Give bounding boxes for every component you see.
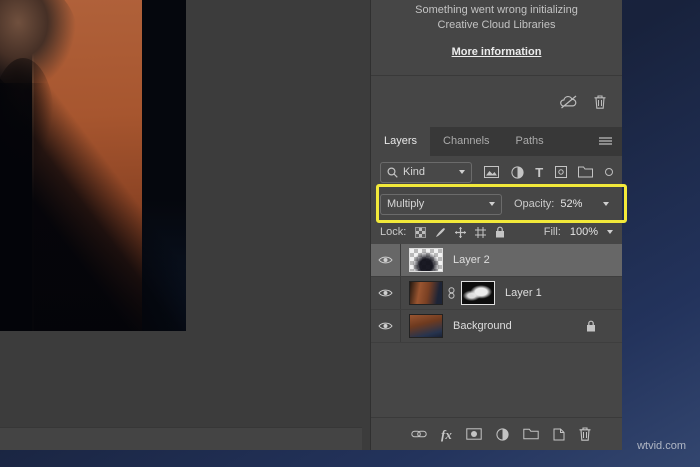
layer-filter-row: Kind T bbox=[371, 156, 622, 188]
layer-row-layer-1[interactable]: Layer 1 bbox=[371, 277, 622, 310]
layer-name[interactable]: Background bbox=[453, 320, 512, 332]
filter-smart-objects-icon[interactable] bbox=[578, 166, 594, 178]
tab-paths[interactable]: Paths bbox=[503, 127, 557, 156]
lock-transparency-icon[interactable] bbox=[415, 226, 427, 238]
adjustment-layer-icon[interactable] bbox=[496, 427, 509, 441]
libraries-action-row bbox=[371, 77, 622, 127]
chevron-down-icon bbox=[459, 170, 465, 174]
blend-mode-value: Multiply bbox=[387, 198, 425, 210]
filtering-toggle-icon[interactable] bbox=[605, 168, 613, 176]
layer-row-background[interactable]: Background bbox=[371, 310, 622, 343]
lock-move-icon[interactable] bbox=[455, 226, 467, 238]
blend-mode-dropdown[interactable]: Multiply bbox=[380, 193, 502, 215]
lock-label: Lock: bbox=[380, 226, 407, 238]
canvas-scrollbar-strip[interactable] bbox=[0, 427, 362, 450]
blend-mode-row: Multiply Opacity: 52% bbox=[371, 188, 622, 220]
error-line-1: Something went wrong initializing bbox=[415, 4, 578, 16]
filter-shape-layers-icon[interactable] bbox=[554, 166, 567, 178]
search-icon bbox=[387, 166, 398, 178]
layer1-mask-thumbnail[interactable] bbox=[461, 281, 495, 305]
layer-row-layer-2[interactable]: Layer 2 bbox=[371, 244, 622, 277]
mask-link-chain-icon[interactable] bbox=[447, 287, 456, 299]
layer-style-fx-icon[interactable]: fx bbox=[441, 428, 452, 441]
background-thumbnail[interactable] bbox=[409, 314, 443, 338]
cc-libraries-error-block: Something went wrong initializing Creati… bbox=[371, 0, 622, 76]
visibility-eye-icon[interactable] bbox=[371, 310, 401, 342]
layers-panel: Something went wrong initializing Creati… bbox=[370, 0, 627, 450]
photoshop-window: Something went wrong initializing Creati… bbox=[0, 0, 627, 450]
lock-all-icon[interactable] bbox=[495, 226, 505, 238]
panel-tab-bar: Layers Channels Paths bbox=[371, 127, 622, 156]
watermark-text: wtvid.com bbox=[637, 440, 686, 452]
error-line-2: Creative Cloud Libraries bbox=[437, 19, 556, 31]
delete-layer-trash-icon[interactable] bbox=[579, 427, 591, 441]
tab-channels[interactable]: Channels bbox=[430, 127, 502, 156]
filter-type-dropdown[interactable]: Kind bbox=[380, 161, 472, 183]
layer2-thumbnail[interactable] bbox=[409, 248, 443, 272]
fill-label: Fill: bbox=[543, 226, 561, 238]
delete-library-trash-icon[interactable] bbox=[594, 95, 606, 109]
fill-value[interactable]: 100% bbox=[570, 226, 598, 238]
photo-canvas bbox=[0, 0, 186, 331]
fill-chevron-icon[interactable] bbox=[607, 230, 613, 234]
visibility-eye-icon[interactable] bbox=[371, 244, 401, 276]
opacity-label: Opacity: bbox=[514, 198, 555, 210]
layers-list: Layer 2 Layer 1 Background bbox=[371, 244, 622, 343]
new-group-folder-icon[interactable] bbox=[523, 428, 539, 440]
sync-disabled-icon[interactable] bbox=[559, 95, 578, 109]
layer-name[interactable]: Layer 1 bbox=[505, 287, 542, 299]
opacity-chevron-icon[interactable] bbox=[603, 202, 609, 206]
layer1-thumbnail[interactable] bbox=[409, 281, 443, 305]
filter-type-layers-icon[interactable]: T bbox=[535, 166, 543, 179]
background-lock-icon bbox=[586, 320, 596, 332]
desktop-background: Something went wrong initializing Creati… bbox=[0, 0, 700, 467]
new-layer-icon[interactable] bbox=[553, 428, 565, 441]
panel-menu-icon[interactable] bbox=[599, 137, 622, 146]
filter-pixel-layers-icon[interactable] bbox=[484, 166, 499, 178]
more-information-link[interactable]: More information bbox=[452, 46, 542, 58]
visibility-eye-icon[interactable] bbox=[371, 277, 401, 309]
opacity-value[interactable]: 52% bbox=[560, 198, 582, 210]
layers-bottom-toolbar: fx bbox=[371, 417, 622, 450]
filter-icon-group: T bbox=[484, 166, 613, 179]
link-layers-icon[interactable] bbox=[411, 430, 427, 438]
lock-artboard-icon[interactable] bbox=[475, 226, 487, 238]
photo-shadow-shape bbox=[0, 82, 186, 331]
chevron-down-icon bbox=[489, 202, 495, 206]
layer-name[interactable]: Layer 2 bbox=[453, 254, 490, 266]
add-layer-mask-icon[interactable] bbox=[466, 428, 482, 440]
filter-kind-label: Kind bbox=[403, 166, 426, 178]
lock-row: Lock: Fill: 100% bbox=[371, 220, 622, 244]
lock-paint-brush-icon[interactable] bbox=[435, 227, 446, 238]
tab-layers[interactable]: Layers bbox=[371, 127, 431, 156]
filter-adjustment-layers-icon[interactable] bbox=[511, 165, 524, 179]
